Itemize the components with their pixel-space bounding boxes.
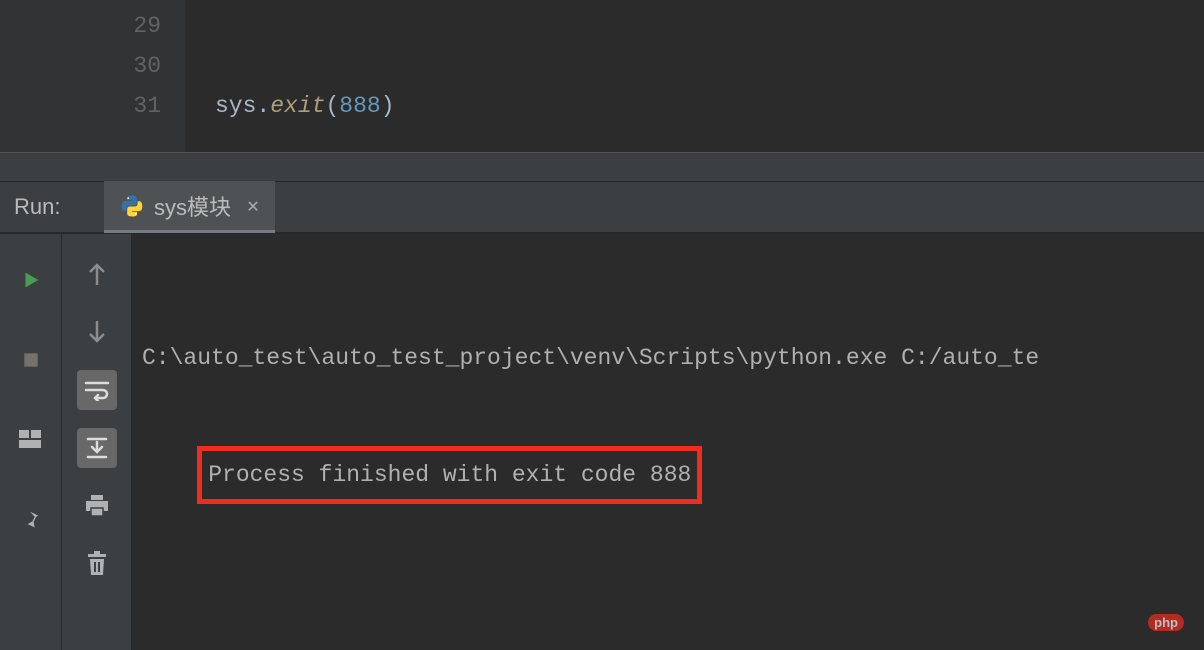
watermark: php <box>1148 615 1184 630</box>
delete-button[interactable] <box>77 544 117 584</box>
print-button[interactable] <box>77 486 117 526</box>
line-number: 31 <box>0 86 161 126</box>
python-file-icon <box>120 194 144 218</box>
run-tool-window-header: Run: sys模块 ✕ <box>0 182 1204 234</box>
pin-button[interactable] <box>11 500 51 540</box>
scroll-down-button[interactable] <box>77 312 117 352</box>
watermark-brand: php <box>1148 614 1184 631</box>
run-tab[interactable]: sys模块 ✕ <box>104 181 275 233</box>
code-content[interactable]: sys.exit(888) print("Python sys.exit() 用… <box>185 0 1204 152</box>
console-command-line: C:\auto_test\auto_test_project\venv\Scri… <box>142 336 1194 380</box>
layout-button[interactable] <box>11 420 51 460</box>
console-output[interactable]: C:\auto_test\auto_test_project\venv\Scri… <box>132 234 1204 650</box>
line-number: 30 <box>0 46 161 86</box>
code-editor[interactable]: 29 30 31 sys.exit(888) print("Python sys… <box>0 0 1204 152</box>
stop-button[interactable] <box>11 340 51 380</box>
run-toolbar-secondary <box>62 234 132 650</box>
line-number-gutter: 29 30 31 <box>0 0 185 152</box>
console-body: C:\auto_test\auto_test_project\venv\Scri… <box>0 234 1204 650</box>
code-line-29[interactable]: sys.exit(888) <box>215 86 1204 126</box>
soft-wrap-button[interactable] <box>77 370 117 410</box>
scroll-to-end-button[interactable] <box>77 428 117 468</box>
run-toolbar-primary <box>0 234 62 650</box>
close-tab-icon[interactable]: ✕ <box>247 193 259 219</box>
scroll-up-button[interactable] <box>77 254 117 294</box>
rerun-button[interactable] <box>11 260 51 300</box>
line-number: 29 <box>0 6 161 46</box>
exit-code-text: Process finished with exit code 888 <box>208 462 691 488</box>
run-label: Run: <box>0 194 104 220</box>
run-tab-name: sys模块 <box>154 190 231 222</box>
panel-divider[interactable] <box>0 152 1204 182</box>
exit-code-highlight: Process finished with exit code 888 <box>197 446 702 504</box>
